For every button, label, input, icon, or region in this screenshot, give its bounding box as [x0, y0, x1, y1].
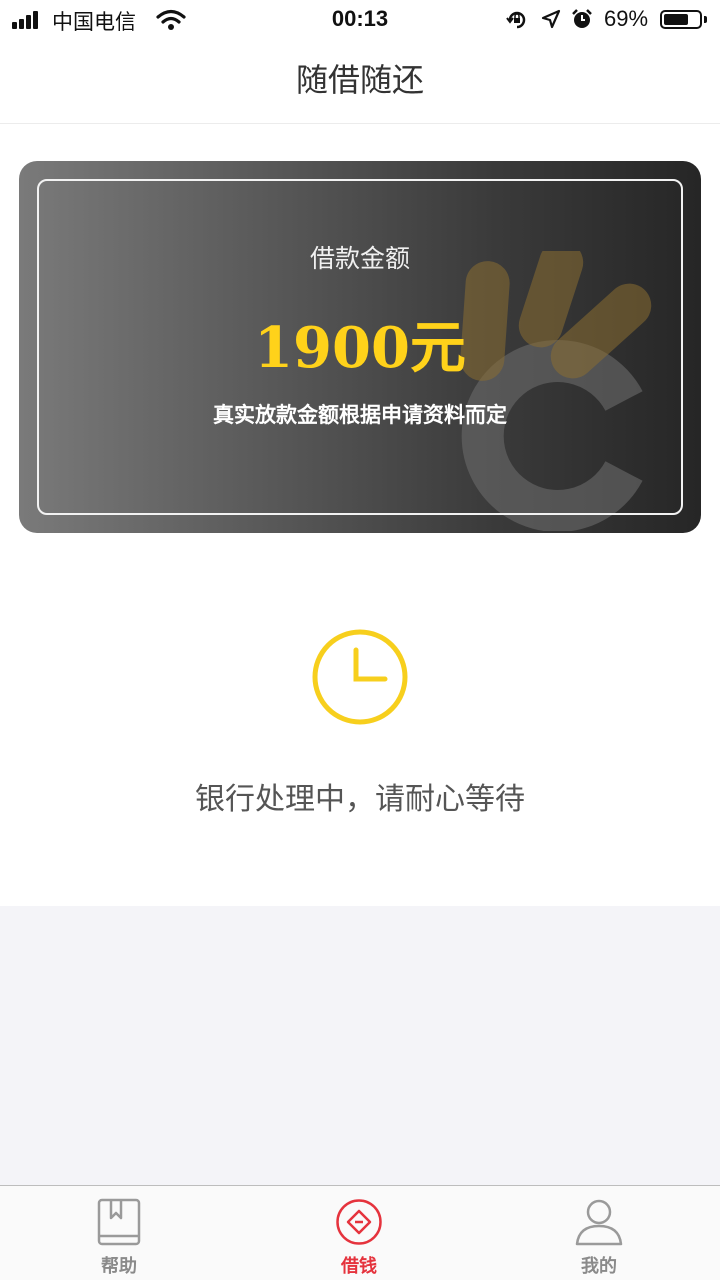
- empty-content-area: [0, 906, 720, 1186]
- loan-amount-value: 1900元: [254, 315, 466, 381]
- processing-message: 银行处理中，请耐心等待: [195, 782, 525, 817]
- loan-amount-card: 借款金额 1900元 真实放款金额根据申请资料而定: [19, 161, 701, 533]
- alarm-icon: [572, 9, 592, 28]
- tab-mine-label: 我的: [581, 1256, 617, 1277]
- tab-mine[interactable]: 我的: [519, 1186, 679, 1281]
- rotation-lock-icon: [506, 11, 526, 29]
- loan-amount-label: 借款金额: [309, 244, 410, 273]
- tab-help-label: 帮助: [101, 1256, 137, 1277]
- battery-percentage: 69%: [604, 6, 649, 31]
- user-icon: [575, 1199, 623, 1246]
- tab-borrow-label: 借钱: [341, 1256, 377, 1277]
- clock-icon: [312, 629, 408, 725]
- page-title: 随借随还: [295, 61, 424, 99]
- loan-amount-note: 真实放款金额根据申请资料而定: [213, 403, 507, 427]
- tab-borrow[interactable]: 借钱: [279, 1186, 439, 1281]
- status-bar: 中国电信 00:13 69%: [0, 0, 720, 40]
- battery-icon: [660, 10, 702, 29]
- location-arrow-icon: [541, 9, 561, 29]
- book-icon: [97, 1198, 141, 1246]
- battery-tip: [704, 16, 707, 23]
- navigation-bar: 随借随还: [0, 40, 720, 124]
- tab-help[interactable]: 帮助: [39, 1186, 199, 1281]
- borrow-diamond-icon: [336, 1199, 382, 1245]
- bottom-tab-bar: 帮助 借钱 我的: [0, 1185, 720, 1280]
- battery-level-fill: [664, 14, 688, 25]
